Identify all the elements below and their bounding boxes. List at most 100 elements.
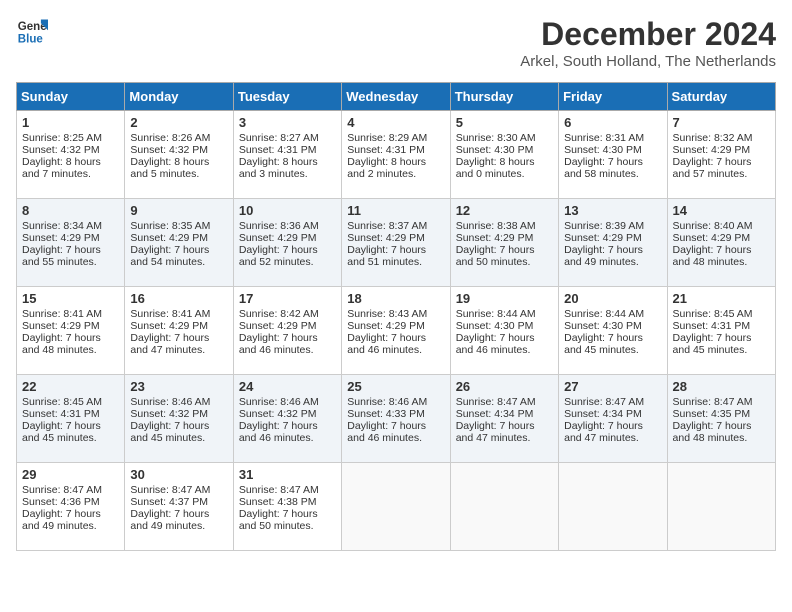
- calendar-cell: 28 Sunrise: 8:47 AM Sunset: 4:35 PM Dayl…: [667, 375, 775, 463]
- daylight-label: Daylight: 8 hours and 3 minutes.: [239, 156, 318, 180]
- calendar-cell: [667, 463, 775, 551]
- calendar-cell: 5 Sunrise: 8:30 AM Sunset: 4:30 PM Dayli…: [450, 111, 558, 199]
- day-of-week-header: Monday: [125, 83, 233, 111]
- day-number: 3: [239, 115, 336, 130]
- calendar-cell: 29 Sunrise: 8:47 AM Sunset: 4:36 PM Dayl…: [17, 463, 125, 551]
- sunrise-label: Sunrise: 8:37 AM: [347, 220, 427, 232]
- day-number: 29: [22, 467, 119, 482]
- daylight-label: Daylight: 7 hours and 46 minutes.: [239, 420, 318, 444]
- daylight-label: Daylight: 8 hours and 5 minutes.: [130, 156, 209, 180]
- day-number: 13: [564, 203, 661, 218]
- sunrise-label: Sunrise: 8:47 AM: [22, 484, 102, 496]
- sunrise-label: Sunrise: 8:34 AM: [22, 220, 102, 232]
- daylight-label: Daylight: 7 hours and 45 minutes.: [673, 332, 752, 356]
- sunset-label: Sunset: 4:30 PM: [456, 320, 534, 332]
- svg-text:Blue: Blue: [18, 34, 44, 46]
- calendar-week-row: 8 Sunrise: 8:34 AM Sunset: 4:29 PM Dayli…: [17, 199, 776, 287]
- sunset-label: Sunset: 4:32 PM: [22, 144, 100, 156]
- calendar-cell: 24 Sunrise: 8:46 AM Sunset: 4:32 PM Dayl…: [233, 375, 341, 463]
- day-of-week-header: Sunday: [17, 83, 125, 111]
- sunrise-label: Sunrise: 8:25 AM: [22, 132, 102, 144]
- daylight-label: Daylight: 7 hours and 47 minutes.: [130, 332, 209, 356]
- calendar-cell: 23 Sunrise: 8:46 AM Sunset: 4:32 PM Dayl…: [125, 375, 233, 463]
- sunset-label: Sunset: 4:29 PM: [239, 232, 317, 244]
- calendar-body: 1 Sunrise: 8:25 AM Sunset: 4:32 PM Dayli…: [17, 111, 776, 551]
- sunset-label: Sunset: 4:37 PM: [130, 496, 208, 508]
- sunrise-label: Sunrise: 8:47 AM: [130, 484, 210, 496]
- daylight-label: Daylight: 7 hours and 49 minutes.: [130, 508, 209, 532]
- day-of-week-header: Wednesday: [342, 83, 450, 111]
- day-of-week-header: Thursday: [450, 83, 558, 111]
- day-number: 30: [130, 467, 227, 482]
- sunset-label: Sunset: 4:31 PM: [347, 144, 425, 156]
- sunrise-label: Sunrise: 8:41 AM: [22, 308, 102, 320]
- calendar-cell: 20 Sunrise: 8:44 AM Sunset: 4:30 PM Dayl…: [559, 287, 667, 375]
- calendar-cell: 10 Sunrise: 8:36 AM Sunset: 4:29 PM Dayl…: [233, 199, 341, 287]
- calendar-week-row: 22 Sunrise: 8:45 AM Sunset: 4:31 PM Dayl…: [17, 375, 776, 463]
- sunset-label: Sunset: 4:29 PM: [347, 320, 425, 332]
- sunrise-label: Sunrise: 8:46 AM: [130, 396, 210, 408]
- day-number: 28: [673, 379, 770, 394]
- day-number: 24: [239, 379, 336, 394]
- sunrise-label: Sunrise: 8:47 AM: [673, 396, 753, 408]
- daylight-label: Daylight: 7 hours and 50 minutes.: [239, 508, 318, 532]
- calendar-cell: [559, 463, 667, 551]
- month-title: December 2024: [520, 16, 776, 53]
- day-number: 4: [347, 115, 444, 130]
- logo: General Blue: [16, 16, 48, 48]
- daylight-label: Daylight: 8 hours and 0 minutes.: [456, 156, 535, 180]
- daylight-label: Daylight: 7 hours and 45 minutes.: [130, 420, 209, 444]
- calendar-cell: 19 Sunrise: 8:44 AM Sunset: 4:30 PM Dayl…: [450, 287, 558, 375]
- location-title: Arkel, South Holland, The Netherlands: [520, 53, 776, 70]
- sunset-label: Sunset: 4:31 PM: [239, 144, 317, 156]
- sunset-label: Sunset: 4:34 PM: [564, 408, 642, 420]
- day-number: 15: [22, 291, 119, 306]
- daylight-label: Daylight: 7 hours and 48 minutes.: [673, 420, 752, 444]
- day-number: 31: [239, 467, 336, 482]
- day-number: 18: [347, 291, 444, 306]
- daylight-label: Daylight: 7 hours and 47 minutes.: [456, 420, 535, 444]
- daylight-label: Daylight: 7 hours and 51 minutes.: [347, 244, 426, 268]
- sunset-label: Sunset: 4:29 PM: [456, 232, 534, 244]
- calendar-cell: 12 Sunrise: 8:38 AM Sunset: 4:29 PM Dayl…: [450, 199, 558, 287]
- calendar-week-row: 15 Sunrise: 8:41 AM Sunset: 4:29 PM Dayl…: [17, 287, 776, 375]
- title-block: December 2024 Arkel, South Holland, The …: [520, 16, 776, 70]
- sunrise-label: Sunrise: 8:47 AM: [564, 396, 644, 408]
- calendar-cell: 2 Sunrise: 8:26 AM Sunset: 4:32 PM Dayli…: [125, 111, 233, 199]
- calendar-cell: 4 Sunrise: 8:29 AM Sunset: 4:31 PM Dayli…: [342, 111, 450, 199]
- day-number: 14: [673, 203, 770, 218]
- sunset-label: Sunset: 4:32 PM: [239, 408, 317, 420]
- sunset-label: Sunset: 4:29 PM: [673, 144, 751, 156]
- sunrise-label: Sunrise: 8:45 AM: [673, 308, 753, 320]
- day-number: 20: [564, 291, 661, 306]
- daylight-label: Daylight: 7 hours and 54 minutes.: [130, 244, 209, 268]
- sunrise-label: Sunrise: 8:29 AM: [347, 132, 427, 144]
- sunset-label: Sunset: 4:29 PM: [22, 232, 100, 244]
- day-number: 23: [130, 379, 227, 394]
- sunrise-label: Sunrise: 8:47 AM: [239, 484, 319, 496]
- sunrise-label: Sunrise: 8:46 AM: [239, 396, 319, 408]
- sunrise-label: Sunrise: 8:31 AM: [564, 132, 644, 144]
- day-number: 10: [239, 203, 336, 218]
- day-of-week-header: Saturday: [667, 83, 775, 111]
- daylight-label: Daylight: 8 hours and 7 minutes.: [22, 156, 101, 180]
- calendar-cell: 25 Sunrise: 8:46 AM Sunset: 4:33 PM Dayl…: [342, 375, 450, 463]
- calendar-cell: 15 Sunrise: 8:41 AM Sunset: 4:29 PM Dayl…: [17, 287, 125, 375]
- day-number: 25: [347, 379, 444, 394]
- day-of-week-header: Friday: [559, 83, 667, 111]
- sunset-label: Sunset: 4:30 PM: [564, 320, 642, 332]
- day-number: 1: [22, 115, 119, 130]
- day-number: 17: [239, 291, 336, 306]
- sunrise-label: Sunrise: 8:46 AM: [347, 396, 427, 408]
- sunrise-label: Sunrise: 8:38 AM: [456, 220, 536, 232]
- daylight-label: Daylight: 7 hours and 47 minutes.: [564, 420, 643, 444]
- sunrise-label: Sunrise: 8:45 AM: [22, 396, 102, 408]
- calendar-week-row: 29 Sunrise: 8:47 AM Sunset: 4:36 PM Dayl…: [17, 463, 776, 551]
- sunset-label: Sunset: 4:30 PM: [564, 144, 642, 156]
- calendar-cell: 14 Sunrise: 8:40 AM Sunset: 4:29 PM Dayl…: [667, 199, 775, 287]
- calendar-cell: 18 Sunrise: 8:43 AM Sunset: 4:29 PM Dayl…: [342, 287, 450, 375]
- sunrise-label: Sunrise: 8:26 AM: [130, 132, 210, 144]
- calendar-week-row: 1 Sunrise: 8:25 AM Sunset: 4:32 PM Dayli…: [17, 111, 776, 199]
- calendar-cell: 11 Sunrise: 8:37 AM Sunset: 4:29 PM Dayl…: [342, 199, 450, 287]
- page-header: General Blue December 2024 Arkel, South …: [16, 16, 776, 70]
